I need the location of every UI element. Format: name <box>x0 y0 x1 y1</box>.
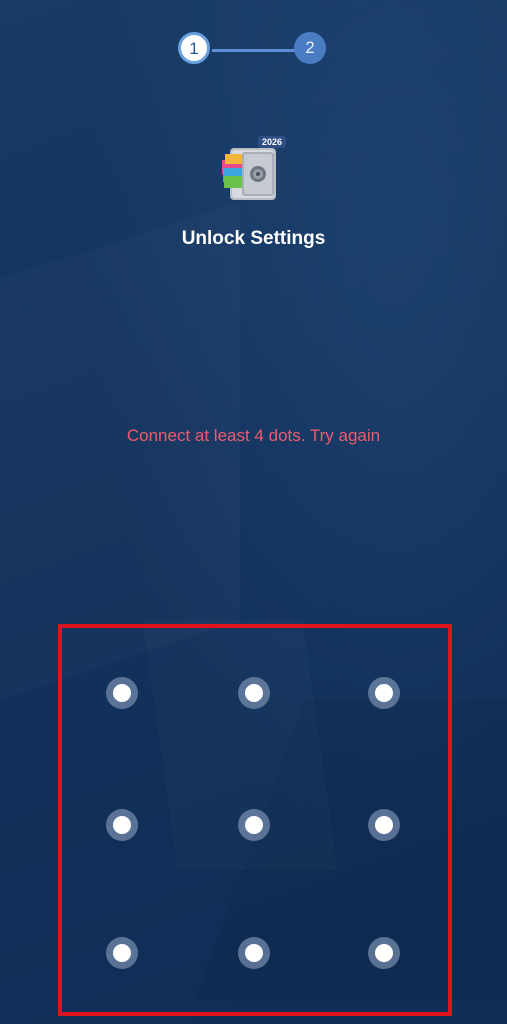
error-message: Connect at least 4 dots. Try again <box>126 426 381 445</box>
pattern-dot-8[interactable] <box>238 937 270 969</box>
step-connector <box>212 49 296 52</box>
pattern-pad[interactable] <box>58 624 452 1016</box>
pattern-dot-2[interactable] <box>238 677 270 709</box>
pattern-dot-7[interactable] <box>106 937 138 969</box>
pattern-dot-3[interactable] <box>368 677 400 709</box>
pattern-dot-9[interactable] <box>368 937 400 969</box>
pattern-dot-1[interactable] <box>106 677 138 709</box>
icon-badge-text: 2026 <box>262 137 282 147</box>
pattern-dot-6[interactable] <box>368 809 400 841</box>
pattern-dot-5[interactable] <box>238 809 270 841</box>
step-1-badge: 1 <box>178 32 210 64</box>
applock-vault-icon: 2026 <box>220 134 286 204</box>
page-title: Unlock Settings <box>181 228 326 249</box>
pattern-dot-4[interactable] <box>106 809 138 841</box>
step-indicator: 1 2 <box>178 32 330 68</box>
step-2-badge: 2 <box>294 32 326 64</box>
